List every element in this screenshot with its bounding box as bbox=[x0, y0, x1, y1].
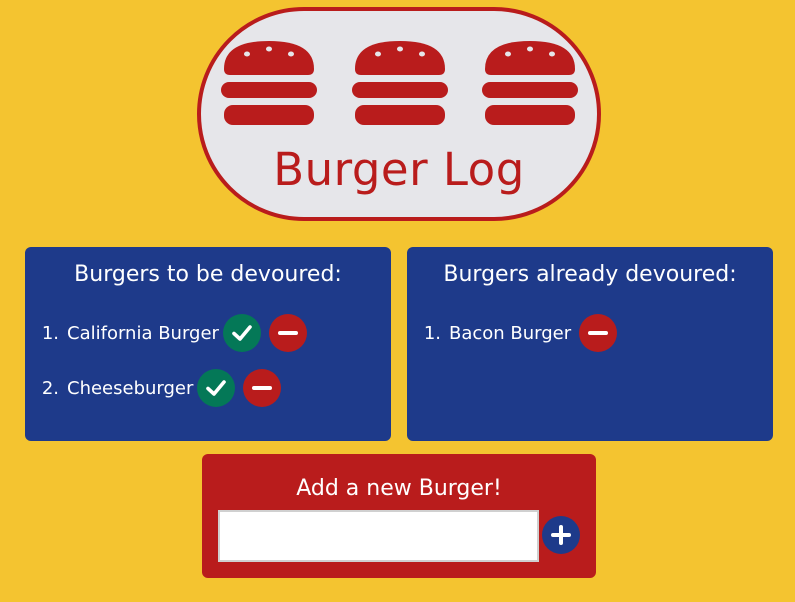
page-title: Burger Log bbox=[273, 143, 525, 196]
burger-icon bbox=[221, 41, 317, 125]
add-burger-title: Add a new Burger! bbox=[296, 476, 502, 501]
devour-button[interactable] bbox=[197, 369, 236, 407]
list-item-name: Bacon Burger bbox=[449, 322, 572, 344]
to-devour-panel: Burgers to be devoured: 1. California Bu… bbox=[25, 247, 391, 441]
check-icon bbox=[232, 325, 252, 341]
delete-button[interactable] bbox=[579, 314, 618, 352]
list-item: 2. Cheeseburger bbox=[33, 369, 307, 407]
header-logo: Burger Log bbox=[197, 7, 601, 221]
minus-icon bbox=[588, 331, 609, 335]
devour-button[interactable] bbox=[222, 314, 261, 352]
devoured-title: Burgers already devoured: bbox=[443, 262, 737, 287]
delete-button[interactable] bbox=[268, 314, 307, 352]
add-burger-button[interactable] bbox=[542, 516, 580, 554]
burger-icon bbox=[482, 41, 578, 125]
list-item: 1. California Burger bbox=[33, 314, 307, 352]
list-item: 1. Bacon Burger bbox=[415, 314, 618, 352]
list-item-number: 1. bbox=[41, 322, 59, 344]
devoured-panel: Burgers already devoured: 1. Bacon Burge… bbox=[407, 247, 773, 441]
burger-name-input[interactable] bbox=[218, 510, 539, 562]
to-devour-title: Burgers to be devoured: bbox=[74, 262, 342, 287]
minus-icon bbox=[252, 386, 273, 390]
burger-icon bbox=[352, 41, 448, 125]
plus-icon bbox=[551, 525, 571, 545]
to-devour-list: 1. California Burger 2. Cheeseburger bbox=[33, 314, 307, 424]
page: Burger Log Burgers to be devoured: 1. Ca… bbox=[0, 0, 795, 602]
devoured-list: 1. Bacon Burger bbox=[415, 314, 618, 369]
list-item-name: California Burger bbox=[67, 322, 219, 344]
check-icon bbox=[206, 380, 227, 396]
add-burger-form: Add a new Burger! bbox=[202, 454, 596, 578]
list-item-name: Cheeseburger bbox=[67, 377, 194, 399]
delete-button[interactable] bbox=[243, 369, 282, 407]
list-item-number: 2. bbox=[41, 377, 59, 399]
minus-icon bbox=[277, 331, 298, 335]
list-item-number: 1. bbox=[423, 322, 441, 344]
